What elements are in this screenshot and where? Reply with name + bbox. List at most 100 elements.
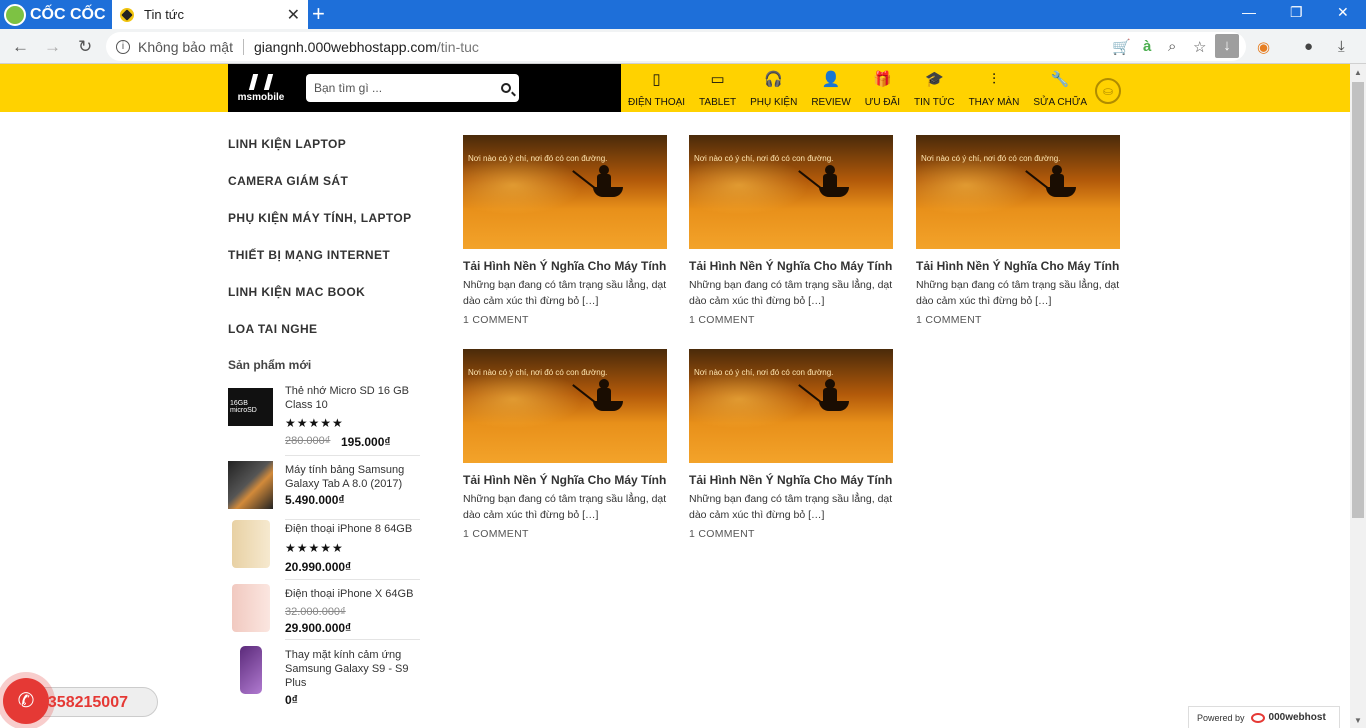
- shopping-cart-icon[interactable]: 🛒: [1112, 38, 1131, 56]
- post-card: Nơi nào có ý chí, nơi đó có con đường. T…: [463, 349, 668, 540]
- product-name[interactable]: Điện thoại iPhone 8 64GB: [285, 522, 415, 536]
- post-excerpt: Những bạn đang có tâm trạng sầu lẳng, dạ…: [463, 279, 667, 307]
- restore-button[interactable]: ❐: [1290, 4, 1303, 21]
- cart-basket-icon[interactable]: ⛀: [1095, 78, 1121, 104]
- post-image[interactable]: Nơi nào có ý chí, nơi đó có con đường.: [916, 135, 1120, 249]
- product-thumbnail[interactable]: 16GB microSD: [228, 388, 273, 426]
- product-price: 29.900.000₫: [285, 621, 352, 635]
- category-link[interactable]: PHỤ KIỆN MÁY TÍNH, LAPTOP: [228, 211, 412, 225]
- forward-icon[interactable]: →: [44, 37, 61, 57]
- coccoc-logo-icon: [4, 3, 26, 26]
- hotline-button[interactable]: ✆ 0358215007: [3, 678, 158, 724]
- search-input[interactable]: Bạn tìm gì ...: [314, 81, 501, 95]
- post-title[interactable]: Tải Hình Nền Ý Nghĩa Cho Máy Tính: [463, 259, 668, 273]
- post-image[interactable]: Nơi nào có ý chí, nơi đó có con đường.: [689, 135, 893, 249]
- product-price: 20.990.000₫: [285, 560, 352, 574]
- category-link[interactable]: LINH KIỆN MAC BOOK: [228, 285, 365, 299]
- nav-item-phu-kien[interactable]: 🎧 PHỤ KIỆN: [743, 64, 804, 112]
- product-name[interactable]: Máy tính bảng Samsung Galaxy Tab A 8.0 (…: [285, 463, 415, 491]
- product-thumbnail[interactable]: [228, 461, 273, 509]
- post-image-caption: Nơi nào có ý chí, nơi đó có con đường.: [468, 368, 608, 377]
- extension-icon[interactable]: ◉: [1257, 38, 1270, 56]
- wrench-icon: 🔧: [1050, 71, 1070, 88]
- account-icon[interactable]: ●: [1304, 38, 1313, 55]
- post-comments-link[interactable]: 1 COMMENT: [463, 528, 668, 540]
- browser-toolbar: ← → ↻ i Không bảo mật giangnh.000webhost…: [0, 29, 1366, 64]
- post-image[interactable]: Nơi nào có ý chí, nơi đó có con đường.: [463, 135, 667, 249]
- product-divider: [285, 639, 420, 640]
- product-old-price: 280.000₫: [285, 435, 331, 447]
- product-name[interactable]: Điện thoại iPhone X 64GB: [285, 587, 415, 601]
- close-window-button[interactable]: ✕: [1337, 4, 1349, 21]
- nav-item-review[interactable]: 👤 REVIEW: [804, 64, 857, 112]
- post-title[interactable]: Tải Hình Nền Ý Nghĩa Cho Máy Tính: [689, 259, 894, 273]
- url-host[interactable]: giangnh.000webhostapp.com: [254, 39, 437, 55]
- post-title[interactable]: Tải Hình Nền Ý Nghĩa Cho Máy Tính: [916, 259, 1121, 273]
- download-page-icon[interactable]: ↓: [1215, 34, 1239, 58]
- msmobile-logo-icon: [248, 74, 274, 90]
- scroll-up-icon[interactable]: ▲: [1354, 68, 1362, 77]
- webhost-logo-icon: [1250, 712, 1265, 723]
- post-image[interactable]: Nơi nào có ý chí, nơi đó có con đường.: [463, 349, 667, 463]
- browser-tab-bar: CỐC CỐC Tin tức ✕ + — ❐ ✕: [0, 0, 1366, 29]
- product-name[interactable]: Thẻ nhớ Micro SD 16 GB Class 10: [285, 384, 415, 412]
- post-comments-link[interactable]: 1 COMMENT: [463, 314, 668, 326]
- product-thumbnail[interactable]: [232, 520, 270, 568]
- scroll-down-icon[interactable]: ▼: [1354, 716, 1362, 725]
- sliders-icon: ⫶: [992, 71, 996, 88]
- browser-tab[interactable]: Tin tức ✕: [112, 0, 308, 29]
- nav-item-uu-dai[interactable]: 🎁 ƯU ĐÃI: [858, 64, 907, 112]
- reload-icon[interactable]: ↻: [78, 37, 92, 57]
- search-icon[interactable]: [501, 83, 511, 93]
- bookmark-star-icon[interactable]: ☆: [1193, 38, 1206, 56]
- category-link[interactable]: LOA TAI NGHE: [228, 322, 317, 336]
- category-link[interactable]: LINH KIỆN LAPTOP: [228, 137, 346, 151]
- nav-label: TABLET: [699, 97, 737, 108]
- post-title[interactable]: Tải Hình Nền Ý Nghĩa Cho Máy Tính: [463, 473, 668, 487]
- post-comments-link[interactable]: 1 COMMENT: [689, 528, 894, 540]
- post-image[interactable]: Nơi nào có ý chí, nơi đó có con đường.: [689, 349, 893, 463]
- new-tab-button[interactable]: +: [312, 1, 325, 27]
- scrollbar-thumb[interactable]: [1352, 82, 1364, 518]
- tab-close-icon[interactable]: ✕: [287, 5, 300, 25]
- graduation-cap-icon: 🎓: [924, 71, 944, 88]
- nav-item-tablet[interactable]: ▭ TABLET: [692, 64, 743, 112]
- site-logo[interactable]: msmobile: [236, 74, 286, 103]
- security-label[interactable]: Không bảo mật: [138, 39, 233, 55]
- nav-item-thay-man[interactable]: ⫶ THAY MÀN: [962, 64, 1027, 112]
- url-path[interactable]: /tin-tuc: [437, 39, 479, 55]
- browser-brand[interactable]: CỐC CỐC: [0, 0, 112, 29]
- dictionary-icon[interactable]: à: [1143, 38, 1151, 55]
- product-rating: ★★★★★: [285, 541, 344, 555]
- category-link[interactable]: THIẾT BỊ MẠNG INTERNET: [228, 248, 390, 262]
- product-thumbnail[interactable]: [232, 584, 270, 632]
- address-bar[interactable]: i Không bảo mật giangnh.000webhostapp.co…: [106, 32, 1246, 61]
- search-box[interactable]: Bạn tìm gì ...: [306, 74, 519, 102]
- post-title[interactable]: Tải Hình Nền Ý Nghĩa Cho Máy Tính: [689, 473, 894, 487]
- logo-search-area: msmobile Bạn tìm gì ...: [228, 64, 621, 112]
- browser-brand-text: CỐC CỐC: [30, 5, 106, 23]
- nav-item-tin-tuc[interactable]: 🎓 TIN TỨC: [907, 64, 962, 112]
- zoom-icon[interactable]: ⌕: [1168, 38, 1176, 55]
- downloads-icon[interactable]: ⤓: [1338, 38, 1345, 55]
- category-link[interactable]: CAMERA GIÁM SÁT: [228, 174, 348, 188]
- back-icon[interactable]: ←: [12, 37, 29, 57]
- post-image-caption: Nơi nào có ý chí, nơi đó có con đường.: [921, 154, 1061, 163]
- phone-icon: ▯: [652, 71, 661, 88]
- post-excerpt: Những bạn đang có tâm trạng sầu lẳng, dạ…: [689, 279, 893, 307]
- site-header: msmobile Bạn tìm gì ... ▯ ĐIỆN THOẠI ▭ TAB…: [0, 64, 1350, 112]
- post-card: Nơi nào có ý chí, nơi đó có con đường. T…: [689, 135, 894, 326]
- product-thumbnail[interactable]: [240, 646, 262, 694]
- post-card: Nơi nào có ý chí, nơi đó có con đường. T…: [916, 135, 1121, 326]
- product-name[interactable]: Thay mặt kính cảm ứng Samsung Galaxy S9 …: [285, 648, 415, 690]
- hotline-number[interactable]: 0358215007: [39, 694, 128, 712]
- nav-item-sua-chua[interactable]: 🔧 SỬA CHỮA: [1026, 64, 1094, 112]
- minimize-button[interactable]: —: [1242, 4, 1256, 20]
- info-icon[interactable]: i: [116, 39, 130, 54]
- post-image-caption: Nơi nào có ý chí, nơi đó có con đường.: [468, 154, 608, 163]
- nav-label: ƯU ĐÃI: [864, 97, 900, 108]
- nav-item-dien-thoai[interactable]: ▯ ĐIỆN THOẠI: [621, 64, 692, 112]
- powered-by-badge[interactable]: Powered by 000webhost: [1188, 706, 1340, 728]
- post-comments-link[interactable]: 1 COMMENT: [689, 314, 894, 326]
- post-comments-link[interactable]: 1 COMMENT: [916, 314, 1121, 326]
